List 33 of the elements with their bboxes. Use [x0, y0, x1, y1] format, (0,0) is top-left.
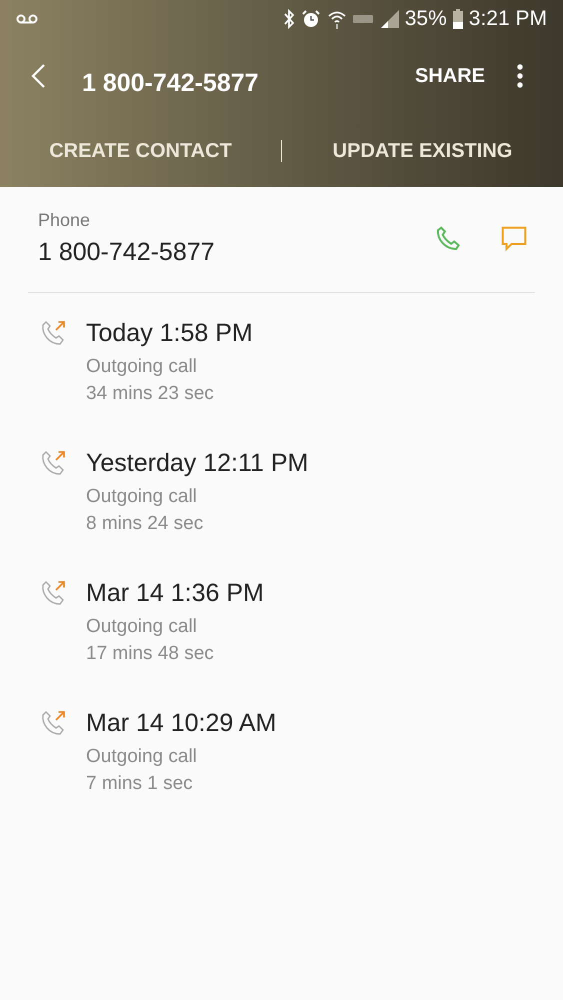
call-duration: 34 mins 23 sec: [86, 382, 215, 406]
call-time: Yesterday 12:11 PM: [86, 448, 308, 478]
wifi-icon: [326, 9, 347, 29]
call-duration: 7 mins 1 sec: [86, 772, 194, 796]
clock-time: 3:21 PM: [468, 6, 547, 32]
call-duration: 17 mins 48 sec: [86, 642, 215, 666]
network-icon: [352, 13, 375, 25]
back-icon[interactable]: [30, 63, 46, 89]
call-type: Outgoing call: [86, 484, 198, 508]
voicemail-icon: [16, 13, 38, 25]
outgoing-call-icon: [40, 448, 68, 476]
action-button[interactable]: CREATE CONTACT: [0, 136, 281, 166]
call-type: Outgoing call: [86, 614, 198, 638]
call-type: Outgoing call: [86, 744, 198, 768]
call-time: Today 1:58 PM: [86, 318, 253, 348]
header-title: 1 800-742-5877: [82, 68, 259, 100]
share-button[interactable]: SHARE: [414, 61, 485, 91]
phone-number: 1 800-742-5877: [38, 237, 215, 268]
alarm-icon: [300, 9, 321, 29]
outgoing-call-icon: [40, 578, 68, 606]
action-button[interactable]: UPDATE EXISTING: [282, 136, 563, 166]
phone-label: Phone: [38, 209, 92, 232]
bluetooth-icon: [282, 9, 295, 29]
outgoing-call-icon: [40, 318, 68, 346]
call-duration: 8 mins 24 sec: [86, 512, 204, 536]
battery-icon: [452, 9, 463, 29]
call-type: Outgoing call: [86, 354, 198, 378]
signal-icon: [380, 10, 399, 28]
more-icon[interactable]: [517, 64, 523, 88]
battery-percent: 35%: [404, 6, 447, 32]
call-time: Mar 14 1:36 PM: [86, 578, 264, 608]
outgoing-call-icon: [40, 708, 68, 736]
call-time: Mar 14 10:29 AM: [86, 708, 276, 738]
